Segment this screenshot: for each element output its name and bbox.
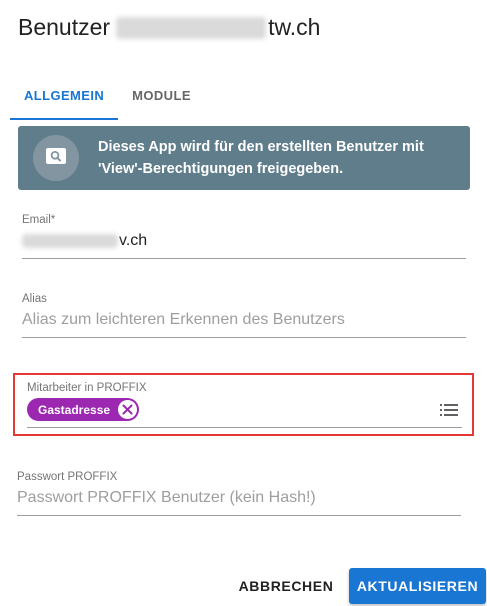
chip-close-icon[interactable] — [118, 400, 138, 419]
search-icon — [46, 147, 66, 169]
gastadresse-chip[interactable]: Gastadresse — [27, 398, 140, 421]
dialog-title: Benutzer tw.ch — [18, 14, 320, 41]
info-icon-circle — [33, 135, 79, 181]
mitarbeiter-field[interactable]: Mitarbeiter in PROFFIX Gastadresse — [27, 382, 462, 428]
info-text-line-1: Dieses App wird für den erstellten Benut… — [98, 139, 424, 155]
email-label: Email* — [22, 214, 56, 226]
tab-bar: ALLGEMEIN MODULE — [10, 74, 205, 120]
list-icon[interactable] — [440, 403, 458, 416]
info-banner: Dieses App wird für den erstellten Benut… — [18, 126, 470, 190]
email-value-suffix: v.ch — [119, 232, 148, 249]
passwort-label: Passwort PROFFIX — [17, 471, 118, 483]
email-underline — [22, 258, 466, 259]
chip-label: Gastadresse — [38, 402, 111, 417]
passwort-underline — [17, 515, 461, 516]
dialog-title-prefix: Benutzer — [18, 14, 111, 40]
alias-label: Alias — [22, 293, 47, 305]
redacted-email-value-blur — [22, 234, 118, 248]
alias-input[interactable]: Alias zum leichteren Erkennen des Benutz… — [22, 310, 466, 330]
info-text: Dieses App wird für den erstellten Benut… — [98, 136, 424, 180]
email-field[interactable]: Email* v.ch — [22, 214, 466, 259]
passwort-input[interactable]: Passwort PROFFIX Benutzer (kein Hash!) — [17, 488, 461, 508]
mitarbeiter-underline — [27, 427, 462, 428]
alias-underline — [22, 337, 466, 338]
passwort-field[interactable]: Passwort PROFFIX Passwort PROFFIX Benutz… — [17, 471, 461, 516]
alias-field[interactable]: Alias Alias zum leichteren Erkennen des … — [22, 293, 466, 338]
info-text-line-2: 'View'-Berechtigungen freigegeben. — [98, 161, 344, 177]
dialog-title-suffix: tw.ch — [268, 14, 321, 40]
email-value[interactable]: v.ch — [22, 231, 466, 251]
mitarbeiter-label: Mitarbeiter in PROFFIX — [27, 382, 147, 394]
redacted-email-blur — [116, 16, 267, 39]
cancel-button[interactable]: ABBRECHEN — [231, 568, 341, 604]
tab-allgemein[interactable]: ALLGEMEIN — [10, 74, 119, 120]
tab-module[interactable]: MODULE — [118, 74, 205, 120]
update-button[interactable]: AKTUALISIEREN — [349, 568, 486, 604]
